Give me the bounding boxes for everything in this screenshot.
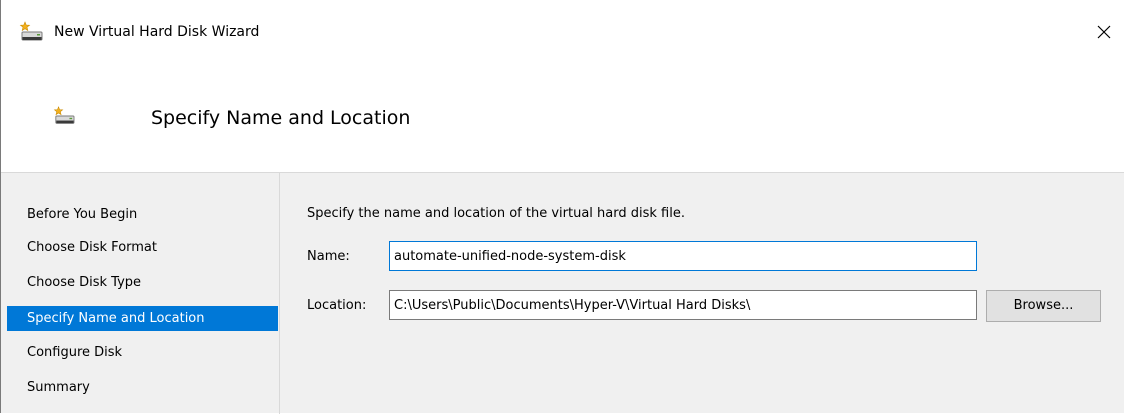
wizard-window: New Virtual Hard Disk Wizard Specify Nam… xyxy=(0,0,1124,414)
browse-button[interactable]: Browse... xyxy=(986,290,1101,322)
close-button[interactable] xyxy=(1093,21,1115,43)
instruction-text: Specify the name and location of the vir… xyxy=(307,206,685,221)
step-configure-disk[interactable]: Configure Disk xyxy=(7,340,278,365)
step-choose-disk-type[interactable]: Choose Disk Type xyxy=(7,270,278,295)
step-choose-disk-format[interactable]: Choose Disk Format xyxy=(7,235,278,260)
location-label: Location: xyxy=(307,298,367,313)
page-title: Specify Name and Location xyxy=(151,107,411,129)
step-before-you-begin[interactable]: Before You Begin xyxy=(7,202,278,227)
location-input[interactable] xyxy=(389,290,977,320)
title-bar: New Virtual Hard Disk Wizard xyxy=(1,0,1124,64)
wizard-steps-nav: Before You Begin Choose Disk Format Choo… xyxy=(1,173,280,414)
step-specify-name-and-location[interactable]: Specify Name and Location xyxy=(7,306,278,331)
wizard-body: Before You Begin Choose Disk Format Choo… xyxy=(1,172,1124,414)
wizard-content: Specify the name and location of the vir… xyxy=(281,173,1124,414)
page-header: Specify Name and Location xyxy=(1,64,1124,172)
hard-disk-new-icon xyxy=(19,21,43,43)
step-summary[interactable]: Summary xyxy=(7,375,278,400)
name-label: Name: xyxy=(307,249,350,264)
hard-disk-new-icon xyxy=(53,106,75,126)
close-icon[interactable] xyxy=(1096,24,1112,40)
window-title: New Virtual Hard Disk Wizard xyxy=(54,24,260,40)
name-input[interactable] xyxy=(389,241,977,271)
